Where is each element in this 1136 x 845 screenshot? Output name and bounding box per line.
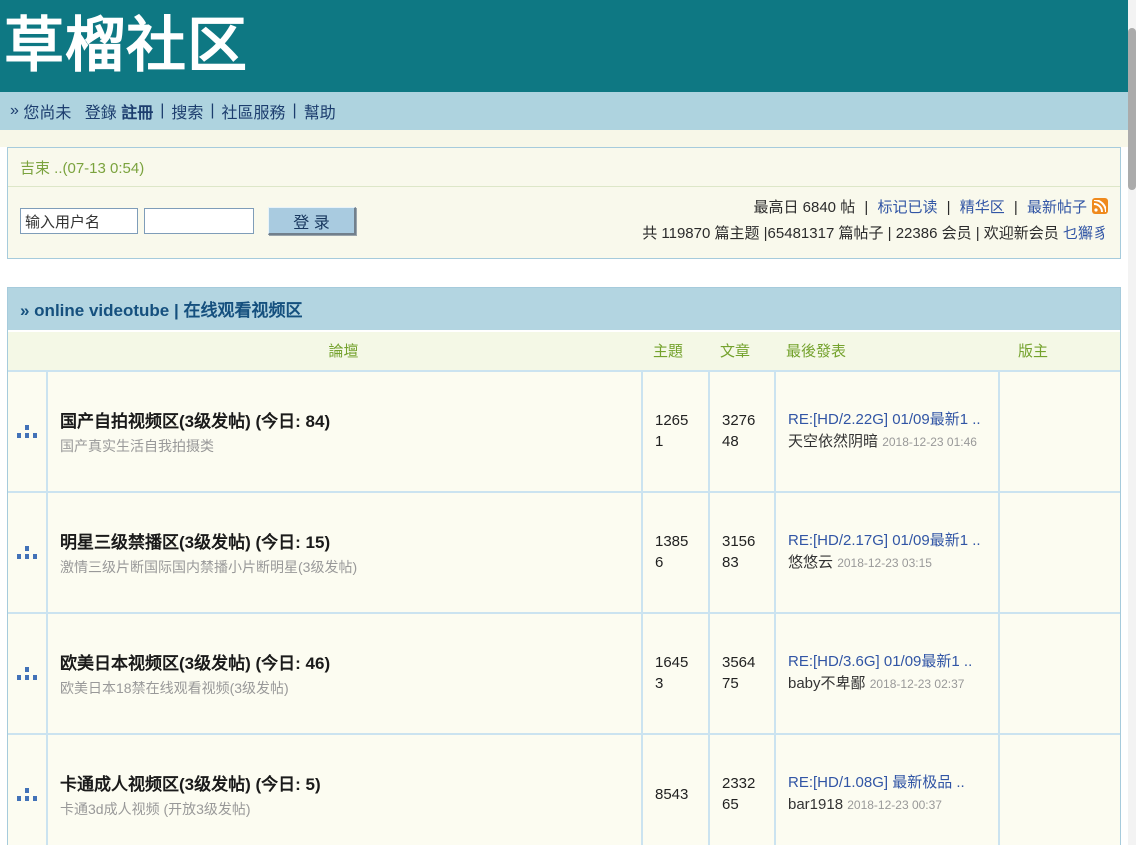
posts-count: 356475 — [722, 652, 762, 694]
last-post-user[interactable]: baby不卑鄙 — [788, 675, 866, 692]
table-row-forum: 卡通成人视频区(3级发帖) (今日: 5) 卡通3d成人视频 (开放3级发帖) — [46, 733, 641, 845]
login-stats-row: 登 录 最高日 6840 帖 | 标记已读 | 精华区 | 最新帖子 共 119… — [8, 187, 1120, 258]
column-header-topics: 主題 — [641, 332, 708, 370]
column-header-lastpost: 最後發表 — [774, 332, 998, 370]
posts-count: 315683 — [722, 531, 762, 573]
nav-login-link[interactable]: 登錄 — [85, 99, 117, 123]
last-post-cell: RE:[HD/1.08G] 最新极品 .. bar1918 2018-12-23… — [774, 733, 998, 845]
column-header-icon — [8, 332, 46, 370]
rss-icon[interactable] — [1092, 198, 1108, 214]
moderator-cell — [998, 733, 1120, 845]
nav-register-link[interactable]: 註冊 — [121, 99, 153, 123]
last-post-time: 2018-12-23 02:37 — [870, 677, 965, 691]
forum-description: 欧美日本18禁在线观看视频(3级发帖) — [60, 678, 641, 698]
forum-description: 激情三级片断国际国内禁播小片断明星(3级发帖) — [60, 557, 641, 577]
stats-separator: | — [1014, 199, 1018, 216]
section-gap — [0, 259, 1128, 287]
forum-page: 草榴社区 » 您尚未 登錄 註冊 | 搜索 | 社區服務 | 幫助 吉束 ..(… — [0, 0, 1136, 845]
table-row-forum: 明星三级禁播区(3级发帖) (今日: 15) 激情三级片断国际国内禁播小片断明星… — [46, 491, 641, 612]
last-post-link[interactable]: RE:[HD/2.17G] 01/09最新1 .. — [788, 532, 981, 549]
username-input[interactable] — [20, 208, 138, 234]
mark-read-link[interactable]: 标记已读 — [877, 199, 937, 216]
column-header-forum: 論壇 — [46, 332, 641, 370]
topics-count: 13856 — [655, 531, 695, 573]
last-post-user[interactable]: bar1918 — [788, 796, 843, 813]
stats-separator: | — [947, 199, 951, 216]
forum-stats: 最高日 6840 帖 | 标记已读 | 精华区 | 最新帖子 共 119870 … — [642, 195, 1108, 248]
announcement-login-panel: 吉束 ..(07-13 0:54) 登 录 最高日 6840 帖 | 标记已读 … — [7, 147, 1121, 259]
table-row-forum: 国产自拍视频区(3级发帖) (今日: 84) 国产真实生活自我拍摄类 — [46, 370, 641, 491]
nav-separator: | — [293, 102, 297, 120]
scrollbar-thumb[interactable] — [1128, 28, 1136, 190]
forum-section: » online videotube | 在线观看视频区 論壇 主題 文章 最後… — [7, 287, 1121, 845]
last-post-link[interactable]: RE:[HD/1.08G] 最新极品 .. — [788, 774, 965, 791]
forum-table: 論壇 主題 文章 最後發表 版主 国产自拍视频区(3级发帖) (今日: 84) … — [8, 332, 1120, 845]
last-post-cell: RE:[HD/2.22G] 01/09最新1 .. 天空依然阴暗 2018-12… — [774, 370, 998, 491]
forum-description: 国产真实生活自我拍摄类 — [60, 436, 641, 456]
login-button[interactable]: 登 录 — [268, 207, 356, 235]
stats-totals: 共 119870 篇主题 |65481317 篇帖子 | 22386 会员 | … — [642, 225, 1059, 242]
posts-count-cell: 327648 — [708, 370, 774, 491]
forum-status-icon — [8, 612, 46, 733]
last-post-link[interactable]: RE:[HD/2.22G] 01/09最新1 .. — [788, 411, 981, 428]
last-post-link[interactable]: RE:[HD/3.6G] 01/09最新1 .. — [788, 653, 972, 670]
forum-title-link[interactable]: 卡通成人视频区(3级发帖) (今日: 5) — [60, 770, 641, 795]
stats-max-daily: 最高日 6840 帖 — [753, 199, 855, 216]
stats-line-2: 共 119870 篇主题 |65481317 篇帖子 | 22386 会员 | … — [642, 221, 1108, 247]
last-post-time: 2018-12-23 01:46 — [882, 435, 977, 449]
posts-count-cell: 356475 — [708, 612, 774, 733]
last-post-user[interactable]: 悠悠云 — [788, 554, 833, 571]
announcement-link[interactable]: 吉束 ..(07-13 0:54) — [8, 148, 1120, 187]
nav-separator: | — [210, 102, 214, 120]
newest-member-link[interactable]: 乜獬豸 — [1063, 225, 1108, 242]
topics-count-cell: 8543 — [641, 733, 708, 845]
moderator-cell — [998, 612, 1120, 733]
posts-count-cell: 315683 — [708, 491, 774, 612]
password-input[interactable] — [144, 208, 254, 234]
nav-services-link[interactable]: 社區服務 — [222, 99, 286, 123]
forum-status-icon — [8, 733, 46, 845]
topics-count: 12651 — [655, 410, 695, 452]
stats-line-1: 最高日 6840 帖 | 标记已读 | 精华区 | 最新帖子 — [642, 195, 1108, 221]
stats-separator: | — [864, 199, 868, 216]
forum-description: 卡通3d成人视频 (开放3级发帖) — [60, 799, 641, 819]
moderator-cell — [998, 370, 1120, 491]
nav-help-link[interactable]: 幫助 — [304, 99, 336, 123]
scrollbar-track[interactable] — [1128, 0, 1136, 845]
posts-count-cell: 233265 — [708, 733, 774, 845]
nav-search-link[interactable]: 搜索 — [171, 99, 203, 123]
nav-not-logged-in: 您尚未 — [23, 99, 71, 123]
nav-bar: » 您尚未 登錄 註冊 | 搜索 | 社區服務 | 幫助 — [0, 92, 1128, 130]
site-banner: 草榴社区 — [0, 0, 1128, 92]
latest-posts-link[interactable]: 最新帖子 — [1027, 199, 1087, 216]
topics-count-cell: 13856 — [641, 491, 708, 612]
forum-status-icon — [8, 370, 46, 491]
digest-link[interactable]: 精华区 — [960, 199, 1005, 216]
table-row-forum: 欧美日本视频区(3级发帖) (今日: 46) 欧美日本18禁在线观看视频(3级发… — [46, 612, 641, 733]
last-post-time: 2018-12-23 03:15 — [837, 556, 932, 570]
posts-count: 327648 — [722, 410, 762, 452]
forum-title-link[interactable]: 国产自拍视频区(3级发帖) (今日: 84) — [60, 407, 641, 432]
nav-separator: | — [160, 102, 164, 120]
site-logo[interactable]: 草榴社区 — [0, 0, 248, 92]
last-post-time: 2018-12-23 00:37 — [847, 798, 942, 812]
topics-count-cell: 12651 — [641, 370, 708, 491]
moderator-cell — [998, 491, 1120, 612]
column-header-posts: 文章 — [708, 332, 774, 370]
nav-chevron: » — [10, 102, 19, 120]
spacer-strip — [0, 130, 1128, 147]
posts-count: 233265 — [722, 773, 762, 815]
column-header-moderator: 版主 — [998, 332, 1120, 370]
forum-title-link[interactable]: 欧美日本视频区(3级发帖) (今日: 46) — [60, 649, 641, 674]
forum-title-link[interactable]: 明星三级禁播区(3级发帖) (今日: 15) — [60, 528, 641, 553]
last-post-cell: RE:[HD/2.17G] 01/09最新1 .. 悠悠云 2018-12-23… — [774, 491, 998, 612]
last-post-cell: RE:[HD/3.6G] 01/09最新1 .. baby不卑鄙 2018-12… — [774, 612, 998, 733]
section-title-link[interactable]: » online videotube | 在线观看视频区 — [8, 288, 1120, 332]
topics-count: 8543 — [655, 784, 695, 805]
last-post-user[interactable]: 天空依然阴暗 — [788, 433, 878, 450]
forum-status-icon — [8, 491, 46, 612]
topics-count: 16453 — [655, 652, 695, 694]
topics-count-cell: 16453 — [641, 612, 708, 733]
login-form: 登 录 — [20, 207, 356, 235]
